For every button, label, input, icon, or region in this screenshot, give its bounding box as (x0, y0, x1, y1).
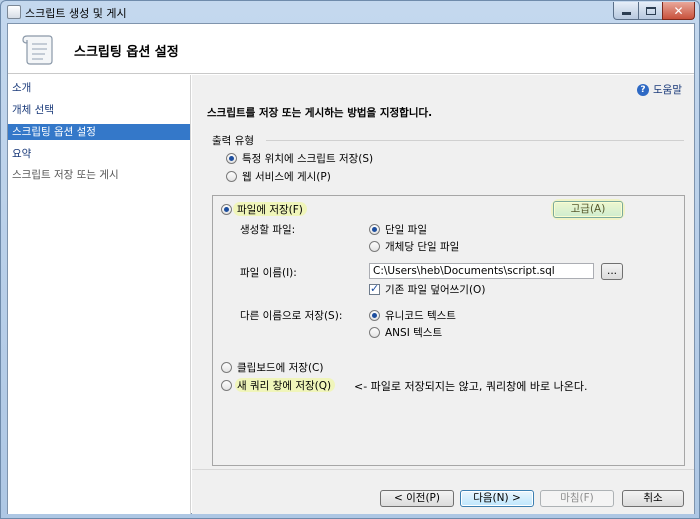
files-to-generate-label: 생성할 파일: (240, 224, 296, 236)
instruction-text: 스크립트를 저장 또는 게시하는 방법을 지정합니다. (207, 107, 433, 119)
wizard-window: 스크립트 생성 및 게시 ✕ 스크립팅 옵션 설정 소개 개체 선택 스크립팅 … (0, 0, 700, 519)
maximize-icon (645, 6, 656, 15)
cancel-button[interactable]: 취소 (622, 490, 684, 507)
nav-item-intro[interactable]: 소개 (8, 80, 190, 96)
nav-item-summary[interactable]: 요약 (8, 146, 190, 162)
scroll-icon (22, 35, 53, 65)
clipboard-label: 클립보드에 저장(C) (237, 362, 324, 374)
ansi-text-radio[interactable] (369, 327, 380, 338)
main-panel: ? 도움말 스크립트를 저장 또는 게시하는 방법을 지정합니다. 출력 유형 … (192, 75, 694, 469)
single-file-option[interactable]: 단일 파일 (369, 222, 427, 237)
publish-web-service-radio[interactable] (226, 171, 237, 182)
save-as-label: 다른 이름으로 저장(S): (240, 310, 343, 322)
new-query-window-label: 새 쿼리 창에 저장(Q) (237, 380, 332, 392)
publish-web-service-label: 웹 서비스에 게시(P) (242, 171, 331, 183)
unicode-text-label: 유니코드 텍스트 (385, 310, 456, 322)
browse-button[interactable]: ... (601, 263, 623, 280)
script-wizard-icon (7, 5, 21, 19)
minimize-icon (621, 12, 631, 15)
wizard-nav: 소개 개체 선택 스크립팅 옵션 설정 요약 스크립트 저장 또는 게시 (8, 75, 191, 514)
help-label: 도움말 (653, 84, 682, 96)
back-button[interactable]: < 이전(P) (380, 490, 454, 507)
client-area: 스크립팅 옵션 설정 소개 개체 선택 스크립팅 옵션 설정 요약 스크립트 저… (7, 23, 695, 514)
page-header: 스크립팅 옵션 설정 (8, 24, 694, 74)
file-per-object-radio[interactable] (369, 241, 380, 252)
new-query-window-option[interactable]: 새 쿼리 창에 저장(Q) (221, 378, 331, 393)
file-per-object-option[interactable]: 개체당 단일 파일 (369, 239, 459, 254)
file-name-label: 파일 이름(I): (240, 267, 297, 279)
title-bar: 스크립트 생성 및 게시 ✕ (1, 1, 699, 23)
single-file-label: 단일 파일 (385, 224, 427, 236)
next-button[interactable]: 다음(N) > (460, 490, 534, 507)
save-to-file-option[interactable]: 파일에 저장(F) (221, 202, 303, 217)
overwrite-label: 기존 파일 덮어쓰기(O) (385, 284, 486, 296)
ansi-text-label: ANSI 텍스트 (385, 327, 443, 339)
finish-button[interactable]: 마침(F) (540, 490, 614, 507)
close-button[interactable]: ✕ (662, 2, 695, 20)
overwrite-checkbox[interactable] (369, 282, 380, 295)
maximize-button[interactable] (638, 2, 663, 20)
single-file-radio[interactable] (369, 224, 380, 235)
save-to-location-radio[interactable] (226, 153, 237, 164)
nav-item-save-or-publish: 스크립트 저장 또는 게시 (12, 169, 119, 181)
save-options-group: 파일에 저장(F) 고급(A) 생성할 파일: 단일 파일 개체당 단일 파일 … (212, 195, 685, 466)
file-name-input[interactable]: C:\Users\heb\Documents\script.sql (369, 263, 594, 279)
page-title: 스크립팅 옵션 설정 (74, 45, 179, 60)
unicode-text-option[interactable]: 유니코드 텍스트 (369, 308, 456, 323)
wizard-footer: < 이전(P) 다음(N) > 마침(F) 취소 (192, 469, 694, 514)
overwrite-option[interactable]: 기존 파일 덮어쓰기(O) (369, 282, 485, 297)
save-to-location-option[interactable]: 특정 위치에 스크립트 저장(S) (226, 151, 373, 166)
window-title: 스크립트 생성 및 게시 (25, 7, 127, 20)
output-type-divider (266, 140, 684, 141)
file-per-object-label: 개체당 단일 파일 (385, 241, 460, 253)
nav-item-scripting-options[interactable]: 스크립팅 옵션 설정 (8, 124, 190, 140)
publish-web-service-option[interactable]: 웹 서비스에 게시(P) (226, 169, 331, 184)
clipboard-option[interactable]: 클립보드에 저장(C) (221, 360, 323, 375)
help-icon: ? (637, 83, 649, 96)
save-to-file-label: 파일에 저장(F) (237, 204, 303, 216)
help-link[interactable]: ? 도움말 (637, 82, 682, 97)
new-query-window-radio[interactable] (221, 380, 232, 391)
annotation-note: <- 파일로 저장되지는 않고, 쿼리창에 바로 나온다. (354, 380, 588, 393)
output-type-label: 출력 유형 (212, 135, 254, 147)
minimize-button[interactable] (613, 2, 639, 20)
advanced-button[interactable]: 고급(A) (553, 201, 623, 218)
unicode-text-radio[interactable] (369, 310, 380, 321)
save-to-file-radio[interactable] (221, 204, 232, 215)
close-icon: ✕ (673, 3, 684, 18)
clipboard-radio[interactable] (221, 362, 232, 373)
ansi-text-option[interactable]: ANSI 텍스트 (369, 325, 442, 340)
save-to-location-label: 특정 위치에 스크립트 저장(S) (242, 153, 374, 165)
nav-item-select-objects[interactable]: 개체 선택 (8, 102, 190, 118)
